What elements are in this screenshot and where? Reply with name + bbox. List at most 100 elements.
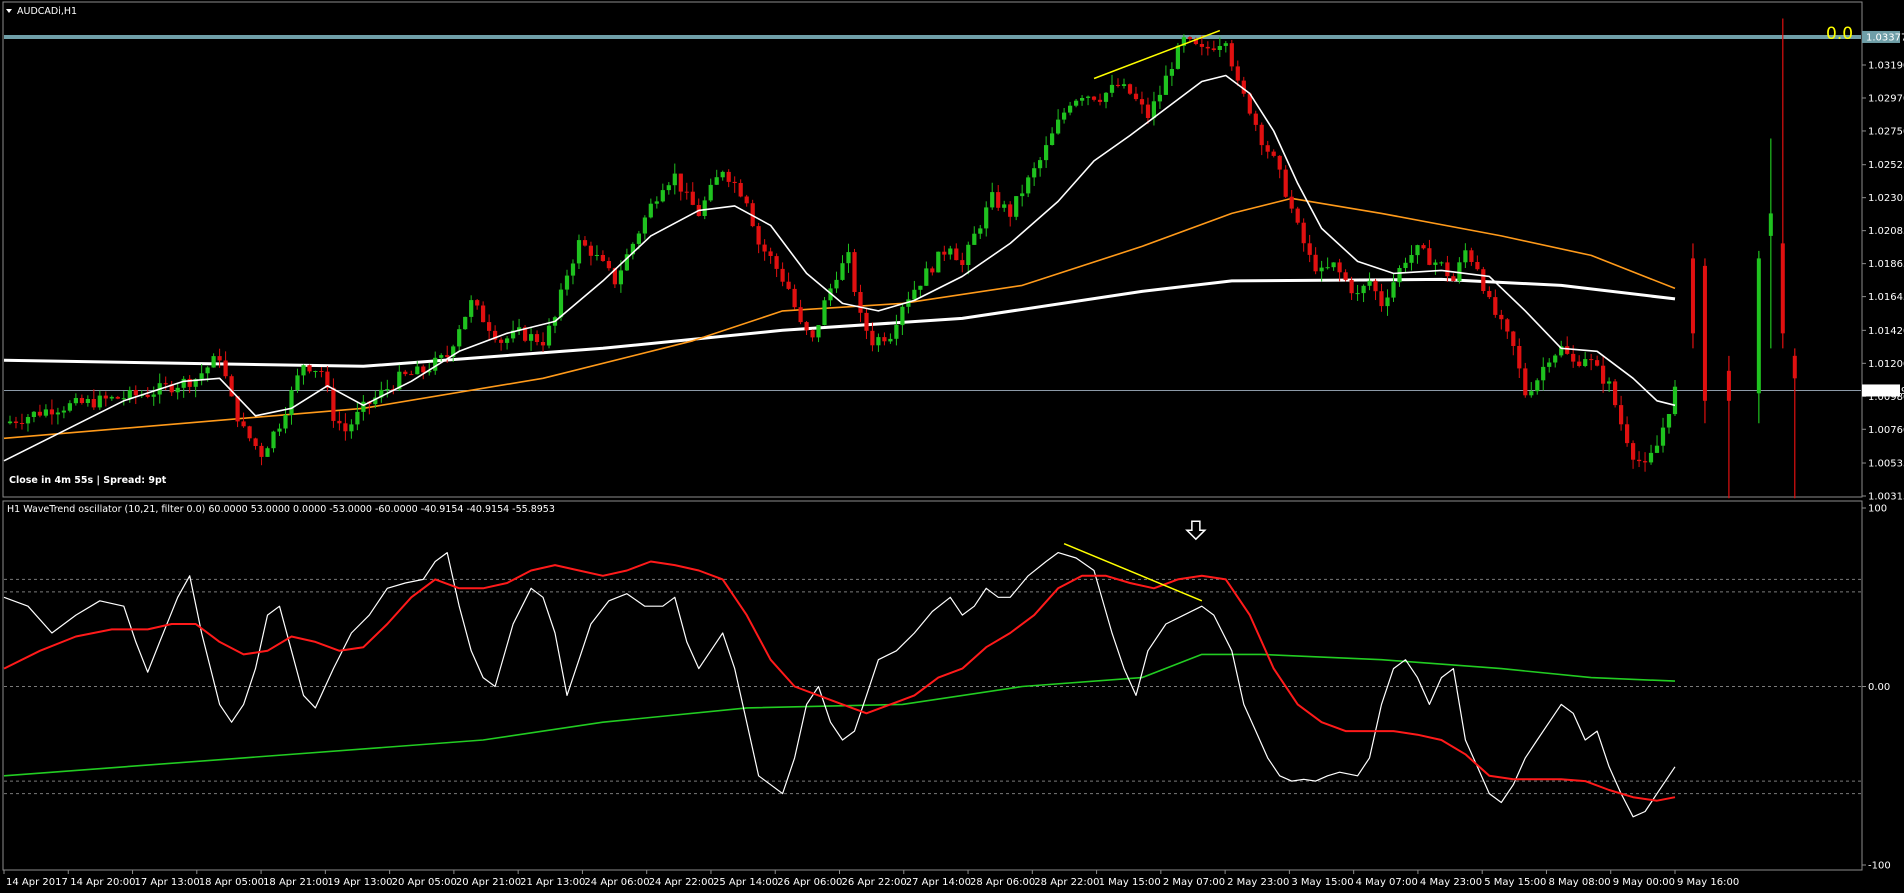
candle-body <box>1217 46 1222 50</box>
candle-body <box>1229 43 1234 67</box>
time-tick-label: 25 Apr 14:00 <box>713 877 778 888</box>
candle-body <box>1002 204 1007 208</box>
price-tick-label: 1.02525 <box>1868 160 1904 171</box>
candle-body <box>415 366 420 375</box>
candle-body <box>1648 452 1654 463</box>
candle-body <box>259 445 264 457</box>
candle-body <box>127 390 132 399</box>
candle-body <box>1097 99 1103 102</box>
candle-body <box>1127 84 1133 94</box>
time-tick-label: 24 Apr 06:00 <box>584 877 649 888</box>
down-arrow-icon <box>1185 520 1207 541</box>
candle-body <box>1535 380 1540 392</box>
candle-body <box>1391 282 1396 298</box>
candle-body <box>1511 331 1516 346</box>
candle-body <box>1493 297 1498 315</box>
candle-body <box>457 329 462 347</box>
candle-body <box>1038 160 1043 169</box>
candle-body <box>475 300 480 306</box>
candle-body <box>1032 168 1037 178</box>
slow-ma-line <box>3 277 1676 368</box>
candle-body <box>1163 75 1168 95</box>
time-tick-label: 26 Apr 22:00 <box>842 877 907 888</box>
candle-body <box>331 387 336 421</box>
candle-body <box>936 251 941 273</box>
oscillator-panel[interactable] <box>2 500 1863 871</box>
candle-body <box>1283 169 1288 197</box>
candle-body <box>846 252 851 264</box>
trading-chart[interactable]: 1.03190 1.02970 1.02750 1.02525 1.02305 1.020… <box>0 0 1904 893</box>
candle-body <box>253 438 258 446</box>
candle-body <box>1349 279 1354 294</box>
candle-body <box>600 255 605 261</box>
time-tick-label: 28 Apr 06:00 <box>970 877 1035 888</box>
candle-body <box>732 181 737 183</box>
candle-body <box>1403 262 1408 268</box>
candle-body <box>223 360 228 377</box>
wavetrend-wt2-line <box>3 560 1676 802</box>
candle-body <box>1583 359 1588 366</box>
candle-body <box>618 270 623 285</box>
main-chart-panel[interactable] <box>2 1 1863 498</box>
osc-tick-label: 100 <box>1868 504 1887 515</box>
candle-body <box>1541 366 1546 381</box>
candle-body <box>1355 293 1360 295</box>
price-tick-label: 1.02085 <box>1868 226 1904 237</box>
candle-body <box>1211 48 1216 50</box>
candle-body <box>1271 151 1276 156</box>
candle-body <box>1235 66 1240 81</box>
candle-body <box>469 300 474 317</box>
price-tick-label: 1.02750 <box>1868 126 1904 137</box>
candle-body <box>1619 405 1624 425</box>
time-tick-label: 1 May 15:00 <box>1099 877 1161 888</box>
candle-body <box>487 322 492 331</box>
time-tick-label: 5 May 15:00 <box>1484 877 1546 888</box>
candle-body <box>984 207 989 229</box>
candle-body <box>774 256 779 269</box>
osc-tick-label: 0.00 <box>1868 682 1890 693</box>
candle-body <box>73 398 78 404</box>
window-menu-icon[interactable] <box>6 9 12 13</box>
candle-body <box>1133 93 1139 100</box>
candle-body <box>1481 269 1486 291</box>
candle-body <box>882 337 887 342</box>
candle-body <box>1091 96 1097 100</box>
candle-body <box>660 190 665 202</box>
price-tick-label: 1.01645 <box>1868 292 1904 303</box>
candle-body <box>55 412 60 415</box>
candle-body <box>594 255 599 256</box>
candle-body <box>966 244 971 265</box>
candle-body <box>1469 250 1474 262</box>
oscillator-title: H1 WaveTrend oscillator (10,21, filter 0… <box>7 504 555 515</box>
candle-body <box>439 355 444 358</box>
candle-body <box>1187 37 1192 39</box>
candle-body <box>1427 248 1432 265</box>
candle-body <box>1205 46 1210 49</box>
candle-body <box>1547 362 1552 367</box>
candle-body <box>918 285 923 290</box>
candle-body <box>1343 272 1348 280</box>
candle-body <box>151 394 156 397</box>
candle-body <box>361 401 366 412</box>
candle-body <box>1020 193 1025 197</box>
main-chart-layer <box>3 18 1861 499</box>
candle-body <box>289 390 294 415</box>
candle-body <box>930 268 935 273</box>
fib-price-label: 1.03377 <box>1866 32 1904 43</box>
candle-body <box>1109 84 1115 93</box>
candle-body <box>876 337 881 346</box>
candle-body <box>1121 84 1127 86</box>
candle-body <box>540 342 546 346</box>
candle-body <box>1565 346 1570 354</box>
candle-body <box>1529 391 1534 396</box>
candle-body <box>738 183 743 197</box>
candle-body <box>1151 101 1156 118</box>
candle-body <box>912 289 917 300</box>
candle-body <box>349 424 354 432</box>
time-tick-label: 3 May 15:00 <box>1291 877 1353 888</box>
time-tick-label: 19 Apr 13:00 <box>327 877 392 888</box>
candle-body <box>235 396 240 422</box>
candle-body <box>1301 222 1306 244</box>
candle-body <box>1672 386 1678 415</box>
candle-body <box>1601 365 1606 384</box>
